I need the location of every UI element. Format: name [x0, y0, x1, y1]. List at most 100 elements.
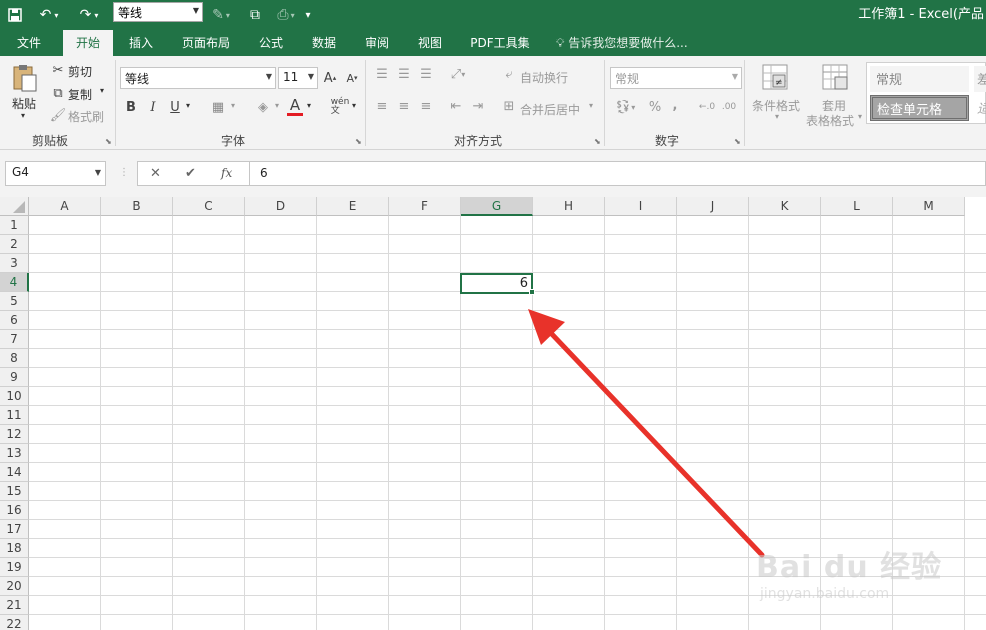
merge-center-button[interactable]: 合并后居中 [520, 101, 580, 118]
tab-review[interactable]: 审阅 [356, 30, 398, 56]
comma-style-button[interactable]: , [668, 96, 682, 114]
column-header-g[interactable]: G [461, 197, 533, 216]
font-color-button[interactable]: A [287, 96, 303, 116]
row-header-1[interactable]: 1 [0, 216, 29, 235]
copy-icon[interactable]: ⧉ [244, 0, 266, 30]
row-header-14[interactable]: 14 [0, 463, 29, 482]
column-header-e[interactable]: E [317, 197, 389, 216]
chevron-down-icon[interactable]: ▾ [231, 101, 235, 110]
style-check-cell[interactable]: 检查单元格 [870, 95, 969, 121]
column-header-h[interactable]: H [533, 197, 605, 216]
customize-icon[interactable]: ▾ [300, 0, 316, 30]
increase-font-icon[interactable]: A ▴ [322, 68, 338, 88]
chevron-down-icon[interactable]: ▾ [275, 101, 279, 110]
font-size-select[interactable]: 11 ▼ [278, 67, 318, 89]
paste-button[interactable]: 粘贴 [12, 95, 36, 112]
cancel-button[interactable]: ✕ [150, 166, 161, 181]
paste-icon[interactable] [8, 62, 42, 94]
tell-me-search[interactable]: 💡︎ 告诉我您想要做什么... [556, 30, 688, 56]
row-header-2[interactable]: 2 [0, 235, 29, 254]
quick-font-select[interactable]: 等线 ▼ [113, 2, 203, 22]
number-format-select[interactable]: 常规 ▼ [610, 67, 742, 89]
row-header-17[interactable]: 17 [0, 520, 29, 539]
chevron-down-icon[interactable]: ▾ [858, 112, 862, 121]
fill-handle[interactable] [529, 289, 535, 295]
tab-home[interactable]: 开始 [63, 30, 113, 56]
align-top-icon[interactable]: ☰ [373, 66, 391, 82]
style-explanatory[interactable]: 适 [974, 95, 986, 121]
decrease-indent-icon[interactable]: ⇤ [447, 98, 465, 114]
chevron-down-icon[interactable]: ▾ [775, 112, 779, 121]
decrease-font-icon[interactable]: A ▾ [344, 68, 360, 88]
row-header-21[interactable]: 21 [0, 596, 29, 615]
tab-pdf-tools[interactable]: PDF工具集 [462, 30, 538, 56]
column-header-j[interactable]: J [677, 197, 749, 216]
tab-view[interactable]: 视图 [408, 30, 452, 56]
active-cell-g4[interactable]: 6 [460, 273, 533, 294]
column-header-b[interactable]: B [101, 197, 173, 216]
chevron-down-icon[interactable]: ▾ [21, 111, 25, 120]
underline-button[interactable]: U [167, 98, 183, 116]
dialog-launcher-icon[interactable]: ⬊ [734, 137, 741, 146]
row-header-22[interactable]: 22 [0, 615, 29, 630]
align-left-icon[interactable]: ≡ [373, 98, 391, 114]
percent-button[interactable]: % [646, 98, 664, 116]
row-header-7[interactable]: 7 [0, 330, 29, 349]
orientation-icon[interactable]: ⤢ ▾ [447, 66, 469, 82]
column-header-f[interactable]: F [389, 197, 461, 216]
chevron-down-icon[interactable]: ▾ [100, 86, 104, 95]
tab-insert[interactable]: 插入 [117, 30, 165, 56]
insert-function-button[interactable]: fx [221, 166, 232, 180]
row-header-13[interactable]: 13 [0, 444, 29, 463]
style-bad[interactable]: 差 [974, 66, 986, 92]
bold-button[interactable]: B [123, 98, 139, 116]
row-header-8[interactable]: 8 [0, 349, 29, 368]
dialog-launcher-icon[interactable]: ⬊ [105, 137, 112, 146]
row-header-15[interactable]: 15 [0, 482, 29, 501]
align-right-icon[interactable]: ≡ [417, 98, 435, 114]
formula-input[interactable]: 6 [250, 161, 986, 186]
format-painter-button[interactable]: 格式刷 [68, 108, 104, 125]
row-header-3[interactable]: 3 [0, 254, 29, 273]
row-header-20[interactable]: 20 [0, 577, 29, 596]
table-format-label-2[interactable]: 表格格式 [806, 112, 854, 129]
copy-button[interactable]: 复制 [68, 86, 92, 103]
row-header-12[interactable]: 12 [0, 425, 29, 444]
tab-data[interactable]: 数据 [302, 30, 346, 56]
row-header-19[interactable]: 19 [0, 558, 29, 577]
redo-icon[interactable]: ↷ ▾ [72, 0, 106, 30]
row-header-4[interactable]: 4 [0, 273, 29, 292]
chevron-down-icon[interactable]: ▾ [589, 101, 593, 110]
column-header-d[interactable]: D [245, 197, 317, 216]
wrap-text-button[interactable]: 自动换行 [520, 69, 568, 86]
currency-icon[interactable]: 💱︎ ▾ [612, 98, 638, 116]
font-name-select[interactable]: 等线 ▼ [120, 67, 276, 89]
italic-button[interactable]: I [145, 98, 161, 116]
row-header-16[interactable]: 16 [0, 501, 29, 520]
chevron-down-icon[interactable]: ▾ [352, 101, 356, 110]
borders-icon[interactable]: ▦ [208, 98, 228, 116]
column-header-m[interactable]: M [893, 197, 965, 216]
column-header-k[interactable]: K [749, 197, 821, 216]
undo-icon[interactable]: ↶ ▾ [32, 0, 66, 30]
column-header-i[interactable]: I [605, 197, 677, 216]
row-header-9[interactable]: 9 [0, 368, 29, 387]
name-box[interactable]: G4 ▼ [5, 161, 106, 186]
chevron-down-icon[interactable]: ▾ [186, 101, 190, 110]
row-header-11[interactable]: 11 [0, 406, 29, 425]
row-header-10[interactable]: 10 [0, 387, 29, 406]
style-normal[interactable]: 常规 [870, 66, 969, 92]
tab-page-layout[interactable]: 页面布局 [173, 30, 239, 56]
print-preview-icon[interactable]: ⎙ ▾ [272, 0, 300, 30]
column-header-a[interactable]: A [29, 197, 101, 216]
tab-formulas[interactable]: 公式 [249, 30, 293, 56]
dialog-launcher-icon[interactable]: ⬊ [594, 137, 601, 146]
cut-button[interactable]: 剪切 [68, 63, 92, 80]
dialog-launcher-icon[interactable]: ⬊ [355, 137, 362, 146]
decrease-decimal-icon[interactable]: .00 [720, 98, 738, 116]
align-center-icon[interactable]: ≡ [395, 98, 413, 114]
column-header-l[interactable]: L [821, 197, 893, 216]
tab-file[interactable]: 文件 [5, 30, 53, 56]
enter-button[interactable]: ✔ [185, 166, 196, 181]
increase-decimal-icon[interactable]: ←.0 [698, 98, 716, 116]
